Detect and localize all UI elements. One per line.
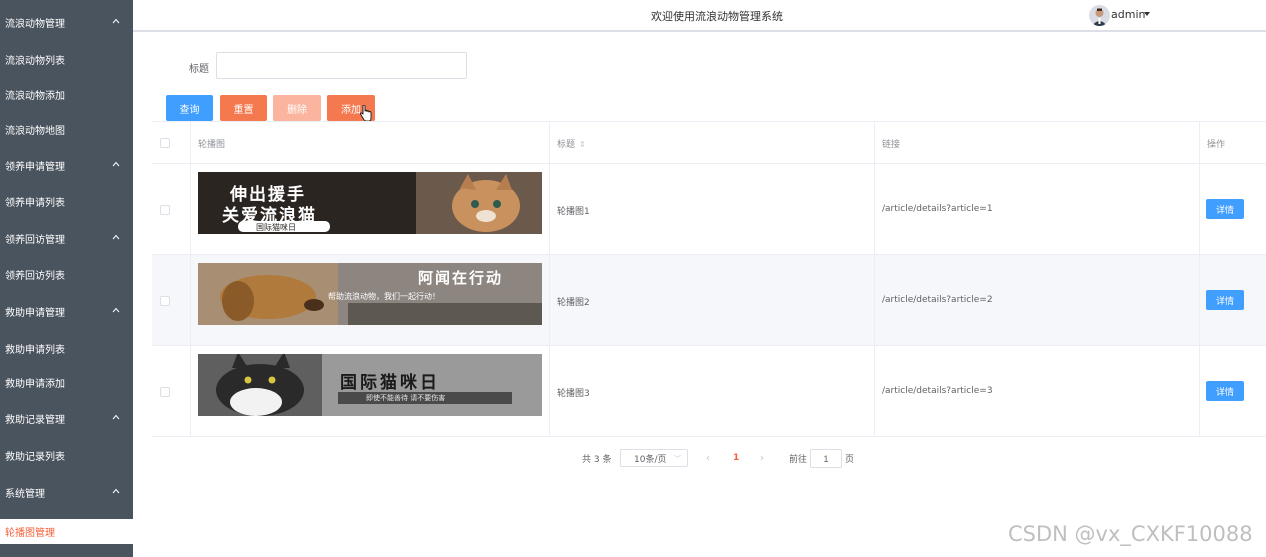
sidebar-item-label: 轮播图管理 xyxy=(5,528,55,539)
banner-text: 即使不能善待 请不要伤害 xyxy=(366,394,446,402)
table-row: 阿闻在行动 帮助流浪动物，我们一起行动！ 轮播图2 /article/detai… xyxy=(152,255,1266,346)
sidebar-item-rescue-apply-add[interactable]: 救助申请添加 xyxy=(0,364,133,400)
hand-cursor-icon xyxy=(360,105,372,122)
select-all-checkbox[interactable] xyxy=(160,138,170,148)
chevron-up-icon xyxy=(112,18,120,24)
delete-button[interactable]: 删除 xyxy=(273,95,321,121)
search-label: 标题 xyxy=(189,64,209,75)
sidebar-group-adoption[interactable]: 领养申请管理 xyxy=(0,147,133,183)
sidebar-item-adoption-list[interactable]: 领养申请列表 xyxy=(0,183,133,219)
banner-text: 国际猫咪日 xyxy=(256,223,296,232)
column-divider xyxy=(190,122,191,436)
chevron-down-icon: ﹀ xyxy=(674,455,681,463)
banner-text: 国际猫咪日 xyxy=(340,373,440,393)
user-name[interactable]: admin xyxy=(1111,8,1145,21)
sidebar-item-label: 救助记录管理 xyxy=(5,414,65,426)
detail-button[interactable]: 详情 xyxy=(1206,199,1244,219)
page-suffix-label: 页 xyxy=(845,454,855,465)
chevron-up-icon xyxy=(112,234,120,240)
row-title: 轮播图2 xyxy=(557,298,590,308)
avatar[interactable] xyxy=(1089,5,1110,26)
chevron-up-icon xyxy=(112,414,120,420)
sidebar-item-rescue-apply-list[interactable]: 救助申请列表 xyxy=(0,330,133,366)
page-number-current[interactable]: 1 xyxy=(733,449,739,467)
watermark: CSDN @vx_CXKF10088 xyxy=(1008,522,1253,546)
table-row: 国际猫咪日 即使不能善待 请不要伤害 轮播图3 /article/details… xyxy=(152,346,1266,437)
prev-page-button[interactable]: ‹ xyxy=(706,449,710,467)
next-page-button[interactable]: › xyxy=(760,449,764,467)
row-title: 轮播图1 xyxy=(557,207,590,217)
row-checkbox[interactable] xyxy=(160,205,170,215)
column-divider xyxy=(1199,122,1200,436)
sidebar-item-label: 流浪动物列表 xyxy=(5,55,65,67)
sidebar-item-label: 领养申请列表 xyxy=(5,197,65,209)
sidebar-item-carousel[interactable]: 轮播图管理 xyxy=(0,519,133,544)
carousel-banner-3: 国际猫咪日 即使不能善待 请不要伤害 xyxy=(198,354,542,416)
pagination-total: 共 3 条 xyxy=(582,454,612,465)
sidebar-item-stray-add[interactable]: 流浪动物添加 xyxy=(0,76,133,112)
row-checkbox[interactable] xyxy=(160,296,170,306)
banner-text: 帮助流浪动物，我们一起行动！ xyxy=(328,292,440,301)
column-divider xyxy=(874,122,875,436)
row-link: /article/details?article=3 xyxy=(882,386,993,396)
goto-label: 前往 xyxy=(789,454,808,465)
sidebar-item-followup-list[interactable]: 领养回访列表 xyxy=(0,256,133,292)
column-header-title-text: 标题 xyxy=(557,140,576,150)
sidebar-item-label: 流浪动物添加 xyxy=(5,90,65,102)
page-title: 欢迎使用流浪动物管理系统 xyxy=(651,10,783,23)
row-link: /article/details?article=1 xyxy=(882,204,993,214)
chevron-up-icon xyxy=(112,488,120,494)
detail-button[interactable]: 详情 xyxy=(1206,290,1244,310)
sidebar-group-rescue-record[interactable]: 救助记录管理 xyxy=(0,400,133,436)
banner-text: 阿闻在行动 xyxy=(418,269,504,287)
reset-button[interactable]: 重置 xyxy=(220,95,267,121)
sidebar-item-label: 系统管理 xyxy=(5,488,45,500)
goto-page-input[interactable] xyxy=(810,449,842,468)
page-size-value: 10条/页 xyxy=(634,454,667,465)
sidebar-item-rescue-record-list[interactable]: 救助记录列表 xyxy=(0,437,133,473)
detail-button[interactable]: 详情 xyxy=(1206,381,1244,401)
row-checkbox[interactable] xyxy=(160,387,170,397)
row-title: 轮播图3 xyxy=(557,389,590,399)
sidebar-item-label: 流浪动物地图 xyxy=(5,125,65,137)
row-link: /article/details?article=2 xyxy=(882,295,993,305)
sidebar-item-label: 流浪动物管理 xyxy=(5,18,65,30)
sidebar-group-stray-animals[interactable]: 流浪动物管理 xyxy=(0,4,133,40)
column-header-action: 操作 xyxy=(1207,140,1226,150)
carousel-banner-2: 阿闻在行动 帮助流浪动物，我们一起行动！ xyxy=(198,263,542,325)
query-button[interactable]: 查询 xyxy=(166,95,213,121)
sidebar-item-label: 救助申请列表 xyxy=(5,344,65,356)
page-size-select[interactable]: 10条/页 ﹀ xyxy=(620,449,688,467)
carousel-table: 轮播图 标题 ⇕ 链接 操作 伸出援手 关爱流浪猫 国际猫咪日 轮播图1 /art… xyxy=(152,121,1266,437)
sidebar: 流浪动物管理 流浪动物列表 流浪动物添加 流浪动物地图 领养申请管理 领养申请列… xyxy=(0,0,133,557)
user-avatar-icon xyxy=(1089,5,1110,26)
sidebar-group-followup[interactable]: 领养回访管理 xyxy=(0,220,133,256)
sidebar-group-rescue-apply[interactable]: 救助申请管理 xyxy=(0,293,133,329)
sidebar-item-stray-list[interactable]: 流浪动物列表 xyxy=(0,41,133,77)
chevron-up-icon xyxy=(112,307,120,313)
column-header-title[interactable]: 标题 ⇕ xyxy=(557,137,586,150)
table-header-row: 轮播图 标题 ⇕ 链接 操作 xyxy=(152,122,1266,164)
sidebar-item-label: 领养回访列表 xyxy=(5,270,65,282)
sidebar-item-label: 救助申请添加 xyxy=(5,378,65,390)
sidebar-item-label: 救助记录列表 xyxy=(5,451,65,463)
caret-down-icon[interactable] xyxy=(1144,12,1150,16)
title-search-input[interactable] xyxy=(216,52,467,79)
sidebar-item-label: 领养回访管理 xyxy=(5,234,65,246)
top-header: 欢迎使用流浪动物管理系统 admin xyxy=(133,0,1266,32)
column-header-image: 轮播图 xyxy=(198,140,226,150)
sidebar-item-label: 领养申请管理 xyxy=(5,161,65,173)
column-header-link: 链接 xyxy=(882,140,901,150)
table-row: 伸出援手 关爱流浪猫 国际猫咪日 轮播图1 /article/details?a… xyxy=(152,164,1266,255)
sidebar-group-system[interactable]: 系统管理 xyxy=(0,474,133,510)
chevron-up-icon xyxy=(112,161,120,167)
sidebar-item-stray-map[interactable]: 流浪动物地图 xyxy=(0,111,133,147)
column-divider xyxy=(549,122,550,436)
carousel-banner-1: 伸出援手 关爱流浪猫 国际猫咪日 xyxy=(198,172,542,234)
sidebar-item-label: 救助申请管理 xyxy=(5,307,65,319)
sort-icon[interactable]: ⇕ xyxy=(579,140,586,149)
